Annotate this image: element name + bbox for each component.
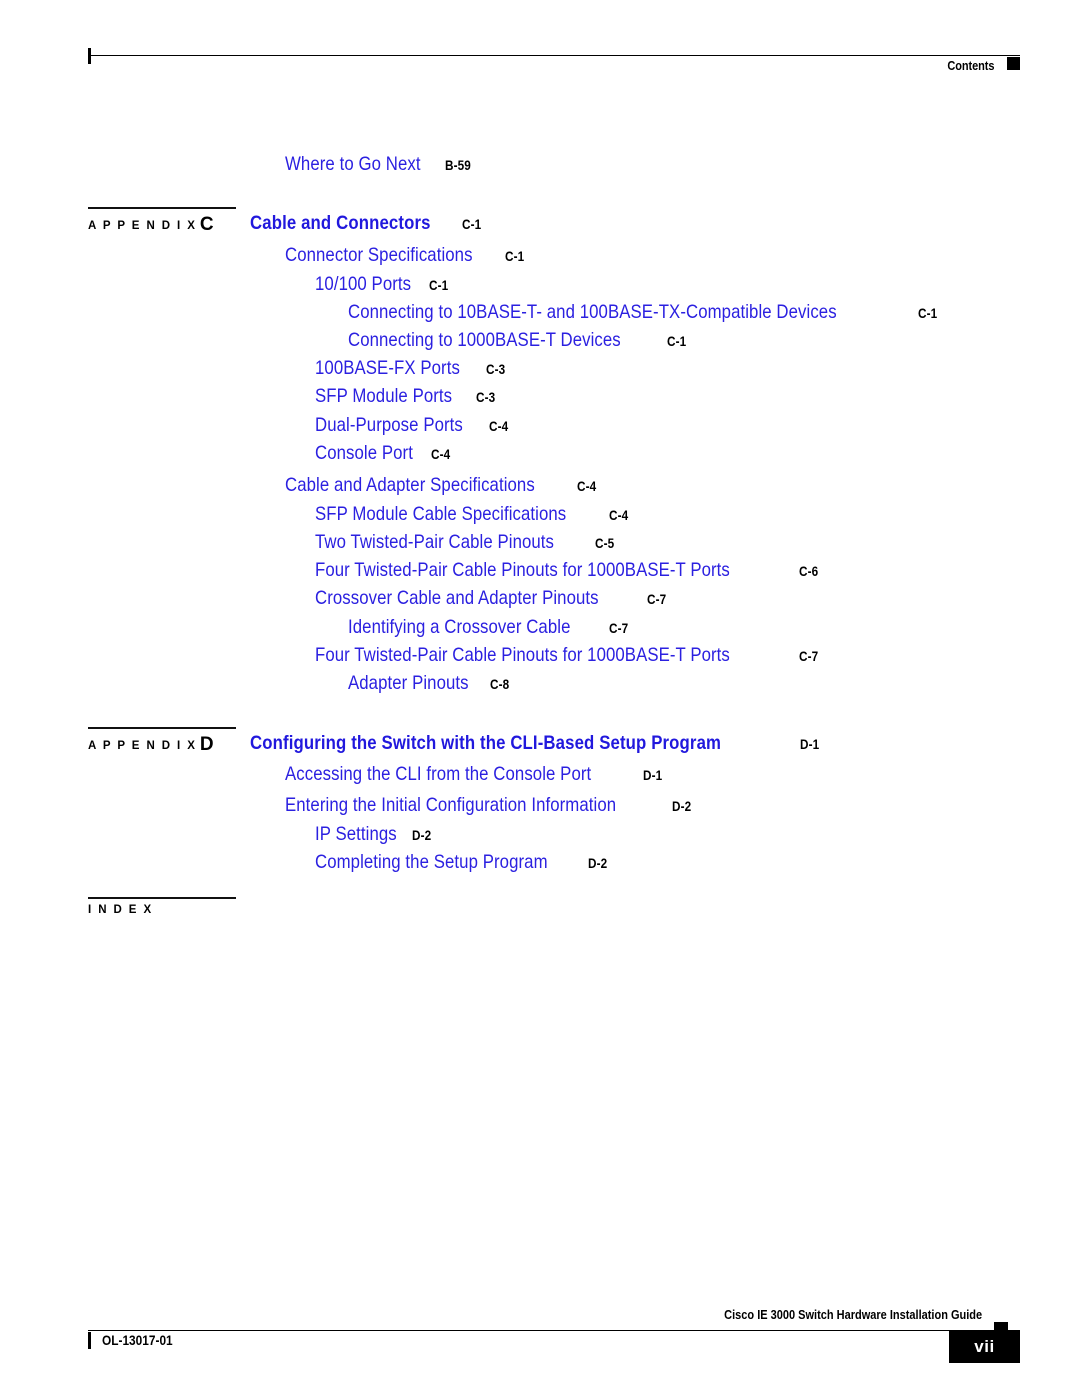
toc-entry[interactable]: Cable and Adapter Specifications C-4 xyxy=(285,475,600,496)
footer-rule xyxy=(88,1330,978,1331)
appendix-marker-label: A P P E N D I XD xyxy=(88,734,214,756)
toc-entry-page-number: C-1 xyxy=(461,216,482,232)
footer-left-tick xyxy=(88,1332,91,1349)
toc-entry-title[interactable]: Accessing the CLI from the Console Port xyxy=(285,764,591,785)
toc-entry-page-number: C-1 xyxy=(505,248,525,264)
toc-entry[interactable]: IP Settings D-2 xyxy=(315,824,435,845)
page-header: Contents xyxy=(88,46,1020,86)
toc-entry[interactable]: Cable and Connectors C-1 xyxy=(250,213,485,234)
footer-guide-title: Cisco IE 3000 Switch Hardware Installati… xyxy=(724,1308,982,1322)
toc-entry[interactable]: Connecting to 1000BASE-T Devices C-1 xyxy=(348,330,690,351)
toc-entry-page-number: D-2 xyxy=(587,855,607,871)
toc-entry-page-number: C-4 xyxy=(577,478,597,494)
toc-entry-title[interactable]: Two Twisted-Pair Cable Pinouts xyxy=(315,532,554,553)
toc-entry-page-number: C-4 xyxy=(609,507,629,523)
toc-entry-page-number: D-1 xyxy=(799,736,819,752)
appendix-marker-rule xyxy=(88,207,236,209)
toc-entry[interactable]: Completing the Setup Program D-2 xyxy=(315,852,610,873)
header-rule xyxy=(88,55,1020,56)
toc-entry-title[interactable]: Connecting to 10BASE-T- and 100BASE-TX-C… xyxy=(348,302,837,323)
toc-entry-title[interactable]: 100BASE-FX Ports xyxy=(315,358,460,379)
toc-entry[interactable]: Adapter Pinouts C-8 xyxy=(348,673,513,694)
page-number: vii xyxy=(974,1337,995,1356)
toc-entry[interactable]: Identifying a Crossover Cable C-7 xyxy=(348,617,632,638)
toc-entry-page-number: C-4 xyxy=(430,446,451,462)
toc-entry-page-number: C-3 xyxy=(476,389,496,405)
toc-entry-page-number: C-7 xyxy=(646,591,666,607)
toc-entry[interactable]: Console Port C-4 xyxy=(315,443,454,464)
footer-document-id: OL-13017-01 xyxy=(102,1333,173,1348)
toc-entry-page-number: B-59 xyxy=(444,157,471,173)
page-footer: Cisco IE 3000 Switch Hardware Installati… xyxy=(88,1308,1020,1368)
appendix-marker-word: I N D E X xyxy=(88,904,154,916)
toc-entry-title[interactable]: Entering the Initial Configuration Infor… xyxy=(285,795,616,816)
appendix-marker-rule xyxy=(88,727,236,729)
header-title: Contents xyxy=(947,59,994,73)
appendix-marker-label: A P P E N D I XC xyxy=(88,214,214,236)
document-page: Contents A P P E N D I XCA P P E N D I X… xyxy=(0,0,1080,1397)
toc-entry[interactable]: SFP Module Ports C-3 xyxy=(315,386,499,407)
toc-entry-title[interactable]: Four Twisted-Pair Cable Pinouts for 1000… xyxy=(315,560,730,581)
toc-entry-page-number: D-1 xyxy=(643,767,663,783)
toc-entry-title[interactable]: Dual-Purpose Ports xyxy=(315,415,463,436)
toc-entry-title[interactable]: Connecting to 1000BASE-T Devices xyxy=(348,330,621,351)
toc-entry[interactable]: Dual-Purpose Ports C-4 xyxy=(315,415,512,436)
appendix-marker-letter: C xyxy=(199,214,214,235)
toc-entry[interactable]: Two Twisted-Pair Cable Pinouts C-5 xyxy=(315,532,618,553)
toc-entry[interactable]: Connector Specifications C-1 xyxy=(285,245,528,266)
toc-entry-page-number: D-2 xyxy=(412,827,432,843)
toc-entry[interactable]: Four Twisted-Pair Cable Pinouts for 1000… xyxy=(315,560,822,581)
toc-entry-page-number: C-5 xyxy=(594,535,615,551)
toc-entry-title[interactable]: Four Twisted-Pair Cable Pinouts for 1000… xyxy=(315,645,730,666)
appendix-marker-word: A P P E N D I X xyxy=(88,740,197,752)
toc-entry[interactable]: Where to Go Next B-59 xyxy=(285,154,475,175)
toc-entry-page-number: C-6 xyxy=(799,563,819,579)
toc-entry[interactable]: 10/100 Ports C-1 xyxy=(315,274,452,295)
black-square-marker-icon xyxy=(1007,57,1020,70)
toc-entry-title[interactable]: IP Settings xyxy=(315,824,397,845)
toc-entry-title[interactable]: Where to Go Next xyxy=(285,154,421,175)
toc-entry-title[interactable]: Connector Specifications xyxy=(285,245,473,266)
appendix-marker-word: A P P E N D I X xyxy=(88,220,197,232)
toc-entry[interactable]: Four Twisted-Pair Cable Pinouts for 1000… xyxy=(315,645,822,666)
toc-entry-page-number: C-4 xyxy=(488,418,509,434)
toc-entry-title[interactable]: 10/100 Ports xyxy=(315,274,411,295)
toc-entry-page-number: D-2 xyxy=(672,798,692,814)
toc-entry-title[interactable]: Adapter Pinouts xyxy=(348,673,469,694)
toc-entry-page-number: C-7 xyxy=(608,620,628,636)
toc-entry[interactable]: 100BASE-FX Ports C-3 xyxy=(315,358,508,379)
toc-entry-page-number: C-7 xyxy=(799,648,819,664)
toc-entry[interactable]: Crossover Cable and Adapter Pinouts C-7 xyxy=(315,588,670,609)
toc-entry-page-number: C-8 xyxy=(490,676,510,692)
toc-entry-title[interactable]: SFP Module Ports xyxy=(315,386,452,407)
toc-entry[interactable]: Accessing the CLI from the Console Port D… xyxy=(285,764,666,785)
toc-entry[interactable]: Configuring the Switch with the CLI-Base… xyxy=(250,733,823,754)
toc-entry[interactable]: Connecting to 10BASE-T- and 100BASE-TX-C… xyxy=(348,302,941,323)
toc-entry-title[interactable]: Configuring the Switch with the CLI-Base… xyxy=(250,733,721,754)
toc-entry-page-number: C-1 xyxy=(428,277,448,293)
toc-entry[interactable]: Entering the Initial Configuration Infor… xyxy=(285,795,695,816)
toc-entry-title[interactable]: Console Port xyxy=(315,443,413,464)
toc-entry-title[interactable]: SFP Module Cable Specifications xyxy=(315,504,566,525)
toc-entry-page-number: C-3 xyxy=(485,361,505,377)
appendix-marker-rule xyxy=(88,897,236,899)
toc-entry-title[interactable]: Completing the Setup Program xyxy=(315,852,548,873)
appendix-marker-letter: D xyxy=(199,734,214,755)
toc-entry[interactable]: SFP Module Cable Specifications C-4 xyxy=(315,504,632,525)
header-left-tick xyxy=(88,48,91,64)
toc-entry-title[interactable]: Crossover Cable and Adapter Pinouts xyxy=(315,588,599,609)
toc-entry-title[interactable]: Cable and Connectors xyxy=(250,213,431,234)
toc-entry-title[interactable]: Cable and Adapter Specifications xyxy=(285,475,535,496)
toc-entry-page-number: C-1 xyxy=(918,305,938,321)
toc-entry-title[interactable]: Identifying a Crossover Cable xyxy=(348,617,570,638)
appendix-marker-label: I N D E X xyxy=(88,904,153,916)
toc-entry-page-number: C-1 xyxy=(667,333,687,349)
